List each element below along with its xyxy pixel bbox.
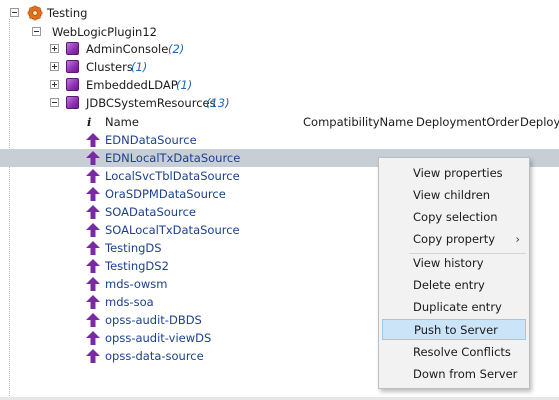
datasource-label: mds-soa <box>105 295 154 309</box>
up-arrow-icon <box>86 205 100 219</box>
info-icon: i <box>87 115 92 129</box>
up-arrow-icon <box>86 295 100 309</box>
group-count: (1) <box>131 60 148 74</box>
datasource-label: TestingDS2 <box>105 259 169 273</box>
up-arrow-icon <box>86 169 100 183</box>
up-arrow-icon <box>86 151 100 165</box>
cube-icon <box>66 78 79 91</box>
column-header: i Name CompatibilityName DeploymentOrder… <box>64 113 559 131</box>
datasource-label: OraSDPMDataSource <box>105 187 226 201</box>
datasource-label: TestingDS <box>105 241 162 255</box>
testing-label: Testing <box>47 6 88 20</box>
expand-toggle[interactable] <box>50 62 59 71</box>
datasource-label: opss-audit-DBDS <box>105 313 202 327</box>
datasource-label: LocalSvcTblDataSource <box>105 169 240 183</box>
menu-item-view-children[interactable]: View children <box>382 185 526 206</box>
up-arrow-icon <box>86 313 100 327</box>
column-deployment-order[interactable]: DeploymentOrder <box>416 113 519 131</box>
gear-icon <box>27 5 43 21</box>
up-arrow-icon <box>86 331 100 345</box>
up-arrow-icon <box>86 241 100 255</box>
datasource-label: mds-owsm <box>105 277 168 291</box>
expand-toggle[interactable] <box>50 44 59 53</box>
cube-icon <box>66 96 79 109</box>
group-label: JDBCSystemResources <box>86 96 216 110</box>
datasource-label: opss-audit-viewDS <box>105 331 212 345</box>
up-arrow-icon <box>86 133 100 147</box>
column-deploy[interactable]: Deploy <box>520 113 559 131</box>
tree-node-embeddedldap[interactable]: EmbeddedLDAP (1) <box>0 76 300 94</box>
datasource-label: EDNDataSource <box>105 133 197 147</box>
collapse-toggle[interactable] <box>32 27 41 36</box>
datasource-row[interactable]: EDNDataSource <box>0 131 559 149</box>
up-arrow-icon <box>86 259 100 273</box>
group-count: (1) <box>176 78 193 92</box>
tree-node-testing[interactable]: Testing <box>0 4 300 22</box>
cube-icon <box>66 60 79 73</box>
datasource-label: opss-data-source <box>105 349 204 363</box>
datasource-label: SOADataSource <box>105 205 196 219</box>
up-arrow-icon <box>86 277 100 291</box>
collapse-toggle[interactable] <box>50 98 59 107</box>
tree-node-clusters[interactable]: Clusters (1) <box>0 58 300 76</box>
group-label: AdminConsole <box>86 42 169 56</box>
menu-item-copy-property-label: Copy property <box>413 232 496 246</box>
context-menu: View properties View children Copy selec… <box>378 157 530 389</box>
submenu-arrow-icon: › <box>515 232 520 246</box>
menu-item-delete-entry[interactable]: Delete entry <box>382 275 526 296</box>
column-name[interactable]: Name <box>105 113 139 131</box>
menu-item-copy-property[interactable]: Copy property › <box>382 229 526 250</box>
cube-icon <box>66 42 79 55</box>
menu-item-view-properties[interactable]: View properties <box>382 163 526 184</box>
menu-item-resolve-conflicts[interactable]: Resolve Conflicts <box>382 342 526 363</box>
menu-item-copy-selection[interactable]: Copy selection <box>382 207 526 228</box>
up-arrow-icon <box>86 349 100 363</box>
tree-node-jdbcsystemresources[interactable]: JDBCSystemResources (13) <box>0 94 300 112</box>
menu-item-duplicate-entry[interactable]: Duplicate entry <box>382 297 526 318</box>
datasource-label: SOALocalTxDataSource <box>105 223 240 237</box>
expand-toggle[interactable] <box>50 80 59 89</box>
up-arrow-icon <box>86 223 100 237</box>
up-arrow-icon <box>86 187 100 201</box>
menu-item-push-to-server[interactable]: Push to Server <box>382 319 526 340</box>
group-label: EmbeddedLDAP <box>86 78 178 92</box>
tree-node-adminconsole[interactable]: AdminConsole (2) <box>0 40 300 58</box>
datasource-label: EDNLocalTxDataSource <box>105 151 241 165</box>
group-count: (2) <box>168 42 185 56</box>
plugin-label: WebLogicPlugin12 <box>52 25 157 39</box>
group-count: (13) <box>206 96 230 110</box>
menu-item-down-from-server[interactable]: Down from Server <box>382 364 526 385</box>
column-compatibility-name[interactable]: CompatibilityName <box>303 113 413 131</box>
collapse-toggle[interactable] <box>10 8 19 17</box>
menu-item-view-history[interactable]: View history <box>382 253 526 274</box>
tree-node-weblogicplugin12[interactable]: WebLogicPlugin12 <box>0 23 300 41</box>
group-label: Clusters <box>86 60 133 74</box>
